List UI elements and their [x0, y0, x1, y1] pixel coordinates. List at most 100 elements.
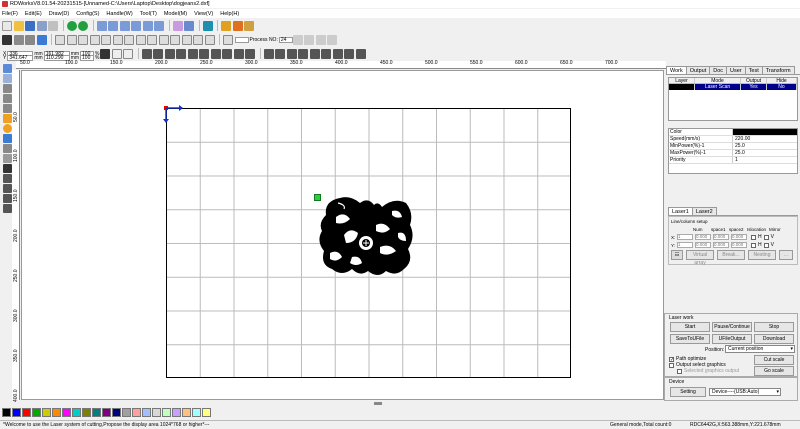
weld-icon[interactable]: [170, 34, 180, 45]
ungroup-icon[interactable]: [112, 34, 123, 45]
tab-test[interactable]: Test: [744, 66, 763, 74]
menu-file[interactable]: File(F): [2, 11, 18, 17]
rotate-icon[interactable]: [223, 34, 233, 45]
rotate-field[interactable]: [234, 36, 249, 43]
palette-swatch[interactable]: [42, 408, 51, 417]
download-button[interactable]: Download: [754, 334, 794, 344]
selected-graphics-checkbox[interactable]: Selected graphics output: [677, 368, 739, 374]
palette-swatch[interactable]: [92, 408, 101, 417]
tab-output[interactable]: Output: [685, 66, 711, 74]
pause-continue-button[interactable]: Pause/Continue: [712, 322, 752, 332]
check-icon[interactable]: [66, 34, 77, 45]
ufile-output-button[interactable]: UFileOutput: [712, 334, 752, 344]
position-select[interactable]: Current position: [725, 345, 795, 353]
palette-swatch[interactable]: [32, 408, 41, 417]
param-row-minpower[interactable]: MinPower(%)-1 25.0: [669, 143, 797, 150]
barcode-icon[interactable]: [2, 204, 12, 213]
palette-swatch[interactable]: [72, 408, 81, 417]
array-y-space2[interactable]: 0.000: [713, 242, 729, 248]
mirror-h-icon[interactable]: [2, 174, 12, 183]
array-tool-icon[interactable]: [2, 194, 12, 203]
go-scale-button[interactable]: Go scale: [754, 366, 794, 376]
palette-swatch[interactable]: [202, 408, 211, 417]
palette-swatch[interactable]: [182, 408, 191, 417]
size-icon[interactable]: [123, 48, 134, 59]
open-file-icon[interactable]: [13, 20, 24, 31]
array-x-dislocation[interactable]: 0.000: [731, 234, 747, 240]
tab-transform[interactable]: Transform: [761, 66, 795, 74]
align-bottom-icon[interactable]: [176, 48, 187, 59]
monitor-icon[interactable]: [202, 20, 213, 31]
scan-icon[interactable]: [327, 34, 338, 45]
group-icon[interactable]: [101, 34, 111, 45]
select-icon[interactable]: [172, 20, 183, 31]
same-size-icon[interactable]: [245, 48, 256, 59]
array-x-space1[interactable]: 0.000: [695, 234, 711, 240]
tab-user[interactable]: User: [726, 66, 746, 74]
align-hcenter-icon[interactable]: [187, 48, 198, 59]
h-spacing-icon[interactable]: [321, 48, 332, 59]
page-bottomleft-icon[interactable]: [286, 48, 297, 59]
page-topright-icon[interactable]: [275, 48, 286, 59]
param-row-maxpower[interactable]: MaxPower(%)-1 25.0: [669, 150, 797, 157]
dog-artwork-graphic[interactable]: [316, 195, 416, 279]
more-button[interactable]: ...: [779, 250, 793, 260]
v-distribute-icon[interactable]: [355, 48, 366, 59]
zoom-page-icon[interactable]: [131, 20, 141, 31]
text-icon[interactable]: [204, 34, 215, 45]
text-tool-icon[interactable]: [2, 134, 12, 143]
new-file-icon[interactable]: [2, 20, 12, 31]
tab-work[interactable]: Work: [666, 66, 687, 74]
distribute-icon[interactable]: [304, 34, 315, 45]
node-edit-icon[interactable]: [184, 20, 194, 31]
align-left-icon[interactable]: [141, 48, 152, 59]
pan-icon[interactable]: [154, 20, 164, 31]
process-icon[interactable]: [244, 20, 254, 31]
curve-icon[interactable]: [55, 34, 65, 45]
setting-button[interactable]: Setting: [670, 387, 706, 397]
camera-icon[interactable]: [2, 34, 12, 45]
array-y-space1[interactable]: 0.000: [695, 242, 711, 248]
link-icon[interactable]: [315, 34, 326, 45]
delete-icon[interactable]: [2, 164, 12, 173]
device-select[interactable]: Device----(USB:Auto): [709, 388, 781, 396]
zoom-window-icon[interactable]: [119, 20, 130, 31]
apply-icon[interactable]: [111, 48, 122, 59]
nesting-button[interactable]: Nesting: [748, 250, 776, 260]
align-right-icon[interactable]: [153, 48, 164, 59]
zoom-fit-icon[interactable]: [142, 20, 153, 31]
bitmap-icon[interactable]: [193, 34, 203, 45]
page-center-icon[interactable]: [309, 48, 320, 59]
import-icon[interactable]: [36, 20, 47, 31]
palette-swatch[interactable]: [52, 408, 61, 417]
mirror-icon[interactable]: [135, 34, 146, 45]
break-button[interactable]: Break...: [717, 250, 745, 260]
menu-handle[interactable]: Handle(W): [106, 11, 132, 17]
export-icon[interactable]: [48, 20, 58, 31]
menu-draw[interactable]: Draw(D): [49, 11, 69, 17]
rectangle-icon[interactable]: [2, 114, 12, 123]
save-to-ufile-button[interactable]: SaveToUFile: [670, 334, 710, 344]
same-width-icon[interactable]: [222, 48, 233, 59]
menu-view[interactable]: View(V): [194, 11, 213, 17]
palette-swatch[interactable]: [102, 408, 111, 417]
palette-swatch[interactable]: [162, 408, 171, 417]
h-distribute-icon[interactable]: [344, 48, 355, 59]
path-icon[interactable]: [232, 20, 243, 31]
page-bottomright-icon[interactable]: [298, 48, 309, 59]
palette-swatch[interactable]: [172, 408, 181, 417]
palette-swatch[interactable]: [142, 408, 151, 417]
array-x-num[interactable]: 1: [677, 234, 693, 240]
cut-scale-button[interactable]: Cut scale: [754, 355, 794, 365]
layer-color-swatch[interactable]: [733, 129, 797, 135]
palette-swatch[interactable]: [22, 408, 31, 417]
virtual-array-button[interactable]: Virtual array: [686, 250, 714, 266]
pencil-icon[interactable]: [13, 34, 24, 45]
menu-model[interactable]: Model(M): [164, 11, 187, 17]
grid-icon[interactable]: [2, 154, 12, 163]
same-height-icon[interactable]: [233, 48, 244, 59]
layer-output-cell[interactable]: Yes: [741, 84, 767, 90]
curve-draw-icon[interactable]: [2, 104, 12, 113]
zoom-out-icon[interactable]: [108, 20, 118, 31]
cloud-icon[interactable]: [124, 34, 134, 45]
